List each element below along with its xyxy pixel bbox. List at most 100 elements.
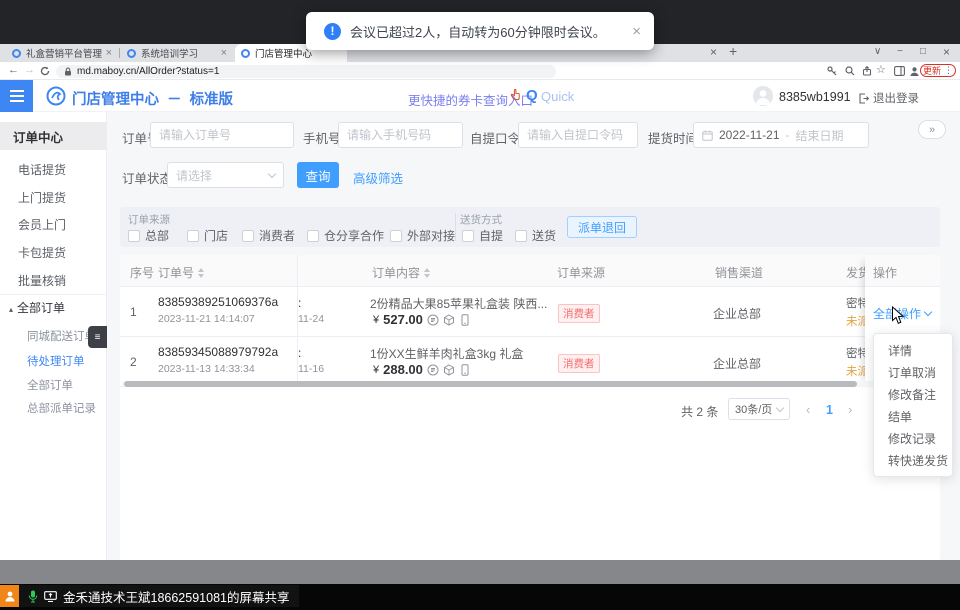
sidebar-item-member-visit[interactable]: 会员上门: [18, 216, 66, 233]
logout-button[interactable]: 退出登录: [858, 90, 919, 106]
checkbox-source-hq[interactable]: 总部: [128, 227, 169, 244]
divider: [455, 213, 456, 241]
checkbox-delivery[interactable]: 送货: [515, 227, 556, 244]
menu-item-edit-remark[interactable]: 修改备注: [874, 384, 952, 406]
tab-favicon: [241, 49, 250, 58]
kebab-menu-icon[interactable]: ⋮: [944, 65, 953, 76]
profile-icon[interactable]: [909, 66, 920, 77]
table-header-row: 序号 订单号 订单内容 订单来源 销售渠道 发货: [120, 255, 940, 287]
phone-icon[interactable]: [459, 364, 471, 376]
next-page-icon[interactable]: ›: [848, 402, 852, 417]
window-minimize-icon[interactable]: −: [897, 46, 903, 57]
col-content[interactable]: 订单内容: [372, 264, 430, 281]
date-range-input[interactable]: 2022-11-21 - 结束日期: [693, 122, 869, 148]
box-icon[interactable]: [443, 314, 455, 326]
calendar-icon: [702, 130, 713, 141]
quick-search-icon[interactable]: Q: [526, 87, 538, 104]
tab-title: 礼盒营销平台管理中心: [26, 46, 102, 60]
checkbox-source-warehouse-share[interactable]: 仓分享合作: [307, 227, 384, 244]
checkbox-icon[interactable]: [390, 230, 402, 242]
sidebar-item-card-pickup[interactable]: 卡包提货: [18, 244, 66, 261]
browser-tab-2[interactable]: 系统培训学习 ×: [121, 44, 233, 62]
toast-close-icon[interactable]: ×: [632, 23, 641, 40]
ship-info-clipped: 密特: [846, 345, 865, 361]
table-row[interactable]: 1 83859389251069376a 2023-11-21 14:14:07…: [120, 287, 940, 337]
menu-item-details[interactable]: 详情: [874, 340, 952, 362]
ticket-icon[interactable]: [427, 314, 439, 326]
bookmark-star-icon[interactable]: ☆: [876, 63, 886, 76]
table-row[interactable]: 2 83859345088979792a 2023-11-13 14:33:34…: [120, 337, 940, 387]
avatar[interactable]: [753, 86, 773, 106]
sidebar-item-city-delivery-orders[interactable]: 同城配送订单: [27, 328, 96, 344]
search-button[interactable]: 查询: [297, 162, 339, 188]
tab-close-icon[interactable]: ×: [710, 45, 717, 59]
sort-icon[interactable]: [424, 268, 430, 278]
reload-icon[interactable]: [40, 66, 50, 76]
address-bar[interactable]: md.maboy.cn/AllOrder?status=1: [56, 65, 556, 78]
scrollbar-thumb[interactable]: [124, 381, 857, 387]
order-status-select[interactable]: 请选择: [167, 162, 284, 188]
sidebar-item-door-pickup[interactable]: 上门提货: [18, 189, 66, 206]
advanced-filter-link[interactable]: 高级筛选: [353, 168, 403, 187]
tab-search-chevron-icon[interactable]: ∨: [874, 46, 881, 57]
quick-label[interactable]: Quick: [541, 89, 574, 104]
checkbox-icon[interactable]: [462, 230, 474, 242]
tab-close-icon[interactable]: ×: [106, 47, 112, 59]
browser-tab-1[interactable]: 礼盒营销平台管理中心 ×: [6, 44, 118, 62]
checkbox-icon[interactable]: [242, 230, 254, 242]
ticket-icon[interactable]: [427, 364, 439, 376]
window-close-icon[interactable]: ×: [943, 45, 950, 59]
order-created-time: 2023-11-13 14:33:34: [158, 363, 255, 375]
checkbox-source-external[interactable]: 外部对接: [390, 227, 455, 244]
checkbox-self-pickup[interactable]: 自提: [462, 227, 503, 244]
order-no-input[interactable]: [150, 122, 294, 148]
window-maximize-icon[interactable]: □: [920, 46, 926, 57]
current-page[interactable]: 1: [826, 403, 833, 417]
sort-icon[interactable]: [198, 268, 204, 278]
new-tab-icon[interactable]: +: [729, 43, 737, 59]
menu-item-to-express[interactable]: 转快递发货: [874, 450, 952, 472]
screen-share-bar: 金禾通技术王斌18662591081的屏幕共享: [19, 585, 299, 607]
sidebar-item-pending-orders-active[interactable]: 待处理订单: [27, 353, 85, 369]
menu-item-settle[interactable]: 结单: [874, 406, 952, 428]
pickup-code-input[interactable]: [518, 122, 638, 148]
collapse-filters-button[interactable]: »: [918, 120, 946, 139]
menu-item-edit-history[interactable]: 修改记录: [874, 428, 952, 450]
horizontal-scrollbar[interactable]: [122, 381, 938, 387]
sidebar-item-all-orders[interactable]: 全部订单: [27, 377, 73, 393]
order-number: 83859345088979792a: [158, 345, 278, 359]
phone-input[interactable]: [338, 122, 463, 148]
browser-toolbar: ← → md.maboy.cn/AllOrder?status=1 ☆ 更新 ⋮: [0, 62, 960, 80]
prev-page-icon[interactable]: ‹: [806, 402, 810, 417]
side-panel-icon[interactable]: [894, 66, 905, 76]
clipped-column-fragment: :: [298, 346, 301, 360]
pagination-total: 共 2 条: [681, 403, 718, 420]
page-size-select[interactable]: 30条/页: [728, 398, 790, 420]
sidebar-toggle-button[interactable]: [0, 80, 33, 112]
sidebar-item-batch-verify[interactable]: 批量核销: [18, 272, 66, 289]
box-icon[interactable]: [443, 364, 455, 376]
checkbox-icon[interactable]: [187, 230, 199, 242]
sidebar: 订单中心 电话提货 上门提货 会员上门 卡包提货 批量核销 ▴全部订单 同城配送…: [0, 112, 107, 560]
forward-icon[interactable]: →: [24, 64, 35, 76]
checkbox-source-consumer[interactable]: 消费者: [242, 227, 295, 244]
sidebar-item-hq-dispatch-records[interactable]: 总部派单记录: [27, 400, 96, 416]
browser-update-button[interactable]: 更新 ⋮: [920, 64, 956, 77]
checkbox-source-store[interactable]: 门店: [187, 227, 228, 244]
checkbox-icon[interactable]: [515, 230, 527, 242]
zoom-icon[interactable]: [845, 66, 855, 76]
back-icon[interactable]: ←: [8, 64, 19, 76]
checkbox-icon[interactable]: [307, 230, 319, 242]
key-icon[interactable]: [827, 66, 837, 76]
share-icon[interactable]: [862, 66, 872, 76]
phone-icon[interactable]: [459, 314, 471, 326]
checkbox-icon[interactable]: [128, 230, 140, 242]
sidebar-collapse-handle[interactable]: ≡: [88, 326, 107, 348]
logout-icon: [858, 93, 869, 104]
menu-item-cancel-order[interactable]: 订单取消: [874, 362, 952, 384]
sidebar-group-all-orders[interactable]: ▴全部订单: [9, 299, 65, 316]
dispatch-return-button[interactable]: 派单退回: [567, 216, 637, 238]
col-order-no[interactable]: 订单号: [158, 264, 204, 281]
tab-close-icon[interactable]: ×: [221, 47, 227, 59]
sidebar-item-phone-pickup[interactable]: 电话提货: [18, 161, 66, 178]
